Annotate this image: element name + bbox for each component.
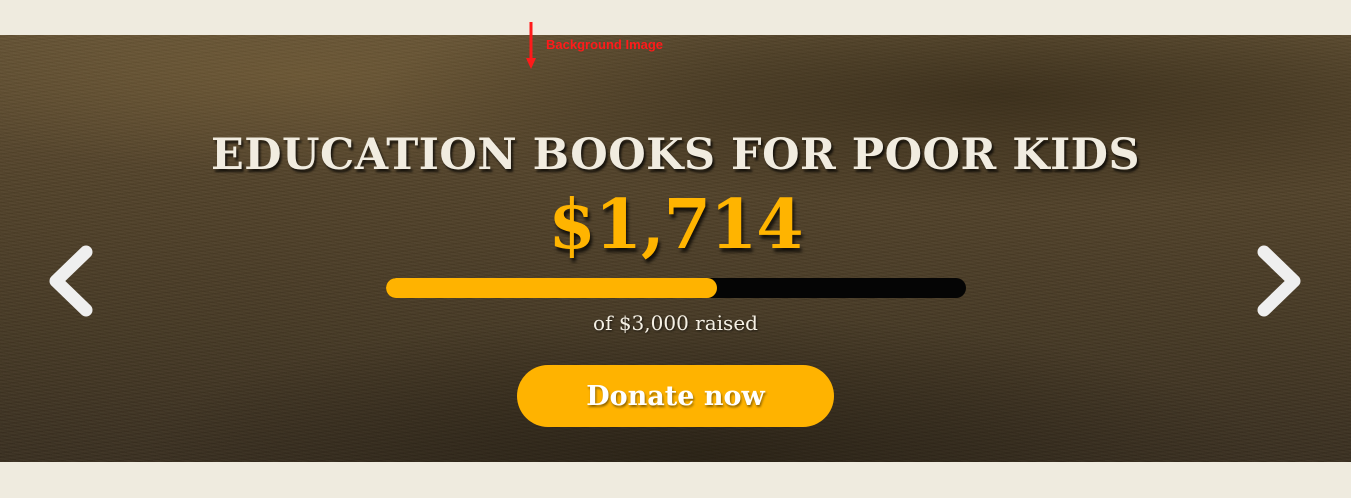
donate-now-button[interactable]: Donate now (517, 365, 834, 427)
chevron-right-icon[interactable] (1254, 243, 1306, 319)
donation-progress-bar (386, 278, 966, 298)
chevron-left-icon[interactable] (44, 243, 96, 319)
page: EDUCATION BOOKS FOR POOR KIDS $1,714 of … (0, 0, 1351, 498)
raised-amount: $1,714 (548, 185, 803, 265)
donation-progress-fill (386, 278, 718, 298)
goal-text: of $3,000 raised (593, 311, 758, 335)
annotation-arrow-icon (524, 22, 538, 70)
campaign-title: EDUCATION BOOKS FOR POOR KIDS (210, 130, 1141, 180)
hero-banner: EDUCATION BOOKS FOR POOR KIDS $1,714 of … (0, 35, 1351, 462)
annotation-label: Background Image (546, 37, 664, 52)
